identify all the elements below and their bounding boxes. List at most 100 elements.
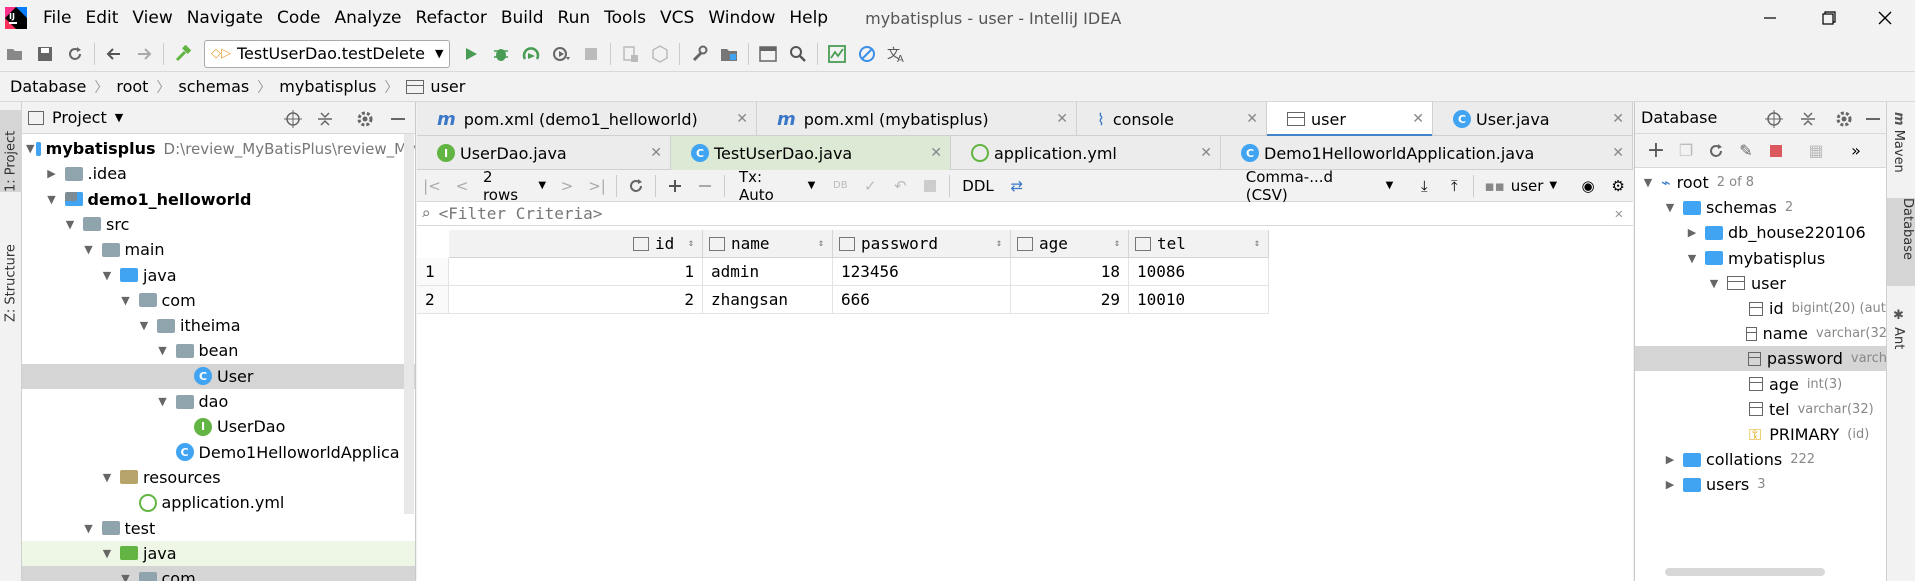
services-button[interactable] (645, 39, 675, 69)
sort-icon[interactable]: ⇕ (1254, 238, 1268, 249)
sync-button[interactable] (60, 39, 90, 69)
editor-tab[interactable]: C TestUserDao.java ✕ (671, 136, 951, 170)
download-icon[interactable]: ⤓ (1409, 171, 1439, 201)
close-tab-icon[interactable]: ✕ (1236, 111, 1258, 127)
sort-icon[interactable]: ⇕ (818, 238, 832, 249)
database-tree-item[interactable]: name varchar(32 (1635, 321, 1886, 346)
expand-arrow-icon[interactable]: ▼ (100, 269, 114, 282)
editor-tab[interactable]: C Demo1HelloworldApplication.java ✕ (1221, 136, 1633, 170)
menu-build[interactable]: Build (494, 0, 551, 36)
expand-arrow-icon[interactable]: ▼ (100, 547, 114, 560)
debug-button[interactable] (486, 39, 516, 69)
project-tree-item[interactable]: ▼ src (22, 212, 415, 237)
next-page-icon[interactable]: > (552, 171, 582, 201)
collapse-arrow-icon[interactable]: ▶ (1685, 226, 1699, 239)
editor-tab[interactable]: m pom.xml (demo1_helloworld) ✕ (417, 102, 757, 136)
project-tree-item[interactable]: ▼ demo1_helloworld (22, 187, 415, 212)
collapse-arrow-icon[interactable]: ▶ (1663, 453, 1677, 466)
breadcrumb-root[interactable]: root (116, 77, 148, 96)
expand-arrow-icon[interactable]: ▼ (1707, 277, 1721, 290)
expand-arrow-icon[interactable]: ▼ (82, 243, 96, 256)
gear-icon[interactable] (356, 110, 374, 128)
database-tree-item[interactable]: ▶ collations 222 (1635, 447, 1886, 472)
editor-tab[interactable]: C User.java ✕ (1433, 102, 1633, 136)
clear-filter-icon[interactable]: ✕ (1615, 206, 1623, 222)
run-config-dropdown[interactable]: ◇▷ TestUserDao.testDelete ▼ (204, 39, 451, 68)
close-tab-icon[interactable]: ✕ (1602, 111, 1624, 127)
table-cell[interactable]: 2 (449, 286, 703, 314)
schema-dropdown[interactable]: ▪▪ user ▼ (1484, 177, 1557, 195)
collapse-arrow-icon[interactable]: ▶ (45, 167, 59, 180)
table-view-icon[interactable]: ▦ (1801, 136, 1831, 166)
project-tree-item[interactable]: ▶ .idea (22, 161, 415, 186)
collapse-all-icon[interactable] (316, 110, 334, 128)
column-header-age[interactable]: age ⇕ (1011, 230, 1129, 258)
first-page-icon[interactable]: |< (417, 171, 447, 201)
close-tab-icon[interactable]: ✕ (1402, 111, 1424, 127)
project-tool-tab[interactable]: 1: Project (0, 110, 22, 192)
project-tree-item[interactable]: ▼ java (22, 263, 415, 288)
menu-window[interactable]: Window (701, 0, 782, 36)
editor-tab[interactable]: m pom.xml (mybatisplus) ✕ (757, 102, 1077, 136)
expand-arrow-icon[interactable]: ▼ (1641, 176, 1655, 189)
close-tab-icon[interactable]: ✕ (1190, 145, 1212, 161)
project-structure-button[interactable] (714, 39, 744, 69)
table-cell[interactable]: 10010 (1129, 286, 1269, 314)
close-tab-icon[interactable]: ✕ (640, 145, 662, 161)
minimize-panel-icon[interactable] (390, 110, 406, 128)
add-datasource-button[interactable]: + (1641, 136, 1671, 166)
undo-icon[interactable]: ↶ (885, 171, 915, 201)
filter-bar[interactable]: ⌕ <Filter Criteria> ✕ (417, 202, 1633, 226)
add-row-button[interactable] (660, 171, 690, 201)
table-cell[interactable]: zhangsan (703, 286, 833, 314)
database-tree-item[interactable]: ▶ users 3 (1635, 472, 1886, 497)
column-header-id[interactable]: id ⇕ (449, 230, 703, 258)
table-cell[interactable]: 18 (1011, 258, 1129, 286)
check-icon[interactable]: ✓ (855, 171, 885, 201)
view-eye-icon[interactable]: ◉ (1573, 171, 1603, 201)
compare-icon[interactable]: ⇄ (1002, 171, 1032, 201)
refresh-icon[interactable] (1701, 136, 1731, 166)
project-tree-item[interactable]: ▼ java (22, 540, 415, 566)
menu-help[interactable]: Help (782, 0, 835, 36)
collapse-all-icon[interactable] (1799, 110, 1817, 128)
horizontal-scrollbar[interactable] (1665, 568, 1825, 576)
locate-icon[interactable] (284, 110, 302, 128)
database-tree-item[interactable]: ▼ mybatisplus (1635, 246, 1886, 271)
expand-arrow-icon[interactable]: ▼ (156, 395, 170, 408)
project-tree-item[interactable]: I UserDao (22, 414, 415, 439)
column-header-tel[interactable]: tel ⇕ (1129, 230, 1269, 258)
rows-count-dropdown[interactable]: 2 rows ▼ (483, 168, 546, 204)
database-tree-item[interactable]: ▼ user (1635, 271, 1886, 296)
menu-analyze[interactable]: Analyze (328, 0, 409, 36)
database-tree-item[interactable]: age int(3) (1635, 372, 1886, 397)
expand-arrow-icon[interactable]: ▼ (1685, 252, 1699, 265)
expand-arrow-icon[interactable]: ▼ (156, 344, 170, 357)
close-tab-icon[interactable]: ✕ (1602, 145, 1624, 161)
tx-mode-dropdown[interactable]: Tx: Auto ▼ (739, 168, 815, 204)
menu-file[interactable]: File (36, 0, 78, 36)
upload-icon[interactable]: ⤒ (1439, 171, 1469, 201)
export-format-dropdown[interactable]: Comma-...d (CSV) ▼ (1246, 168, 1394, 204)
table-cell[interactable]: 123456 (833, 258, 1011, 286)
collapse-arrow-icon[interactable]: ▶ (1663, 478, 1677, 491)
project-tree-item[interactable]: C User (22, 363, 415, 389)
menu-navigate[interactable]: Navigate (180, 0, 270, 36)
menu-edit[interactable]: Edit (78, 0, 125, 36)
more-icon[interactable]: » (1841, 136, 1871, 166)
menu-view[interactable]: View (125, 0, 179, 36)
ddl-button[interactable]: DDL (962, 177, 993, 195)
editor-tab[interactable]: ⌇ console ✕ (1077, 102, 1267, 136)
editor-tab[interactable]: application.yml ✕ (951, 136, 1221, 170)
menu-vcs[interactable]: VCS (653, 0, 701, 36)
restore-button[interactable] (1804, 0, 1854, 36)
table-cell[interactable]: 29 (1011, 286, 1129, 314)
project-tree-item[interactable]: ▼ mybatisplus D:\review_MyBatisPlus\review… (22, 136, 415, 161)
search-everywhere-button[interactable] (783, 39, 813, 69)
expand-arrow-icon[interactable]: ▼ (1663, 201, 1677, 214)
database-panel-title[interactable]: Database (1641, 108, 1717, 127)
build-button[interactable] (168, 39, 198, 69)
expand-arrow-icon[interactable]: ▼ (82, 522, 96, 535)
statistic-button[interactable] (822, 39, 852, 69)
project-tree-item[interactable]: C Demo1HelloworldApplica (22, 440, 415, 465)
